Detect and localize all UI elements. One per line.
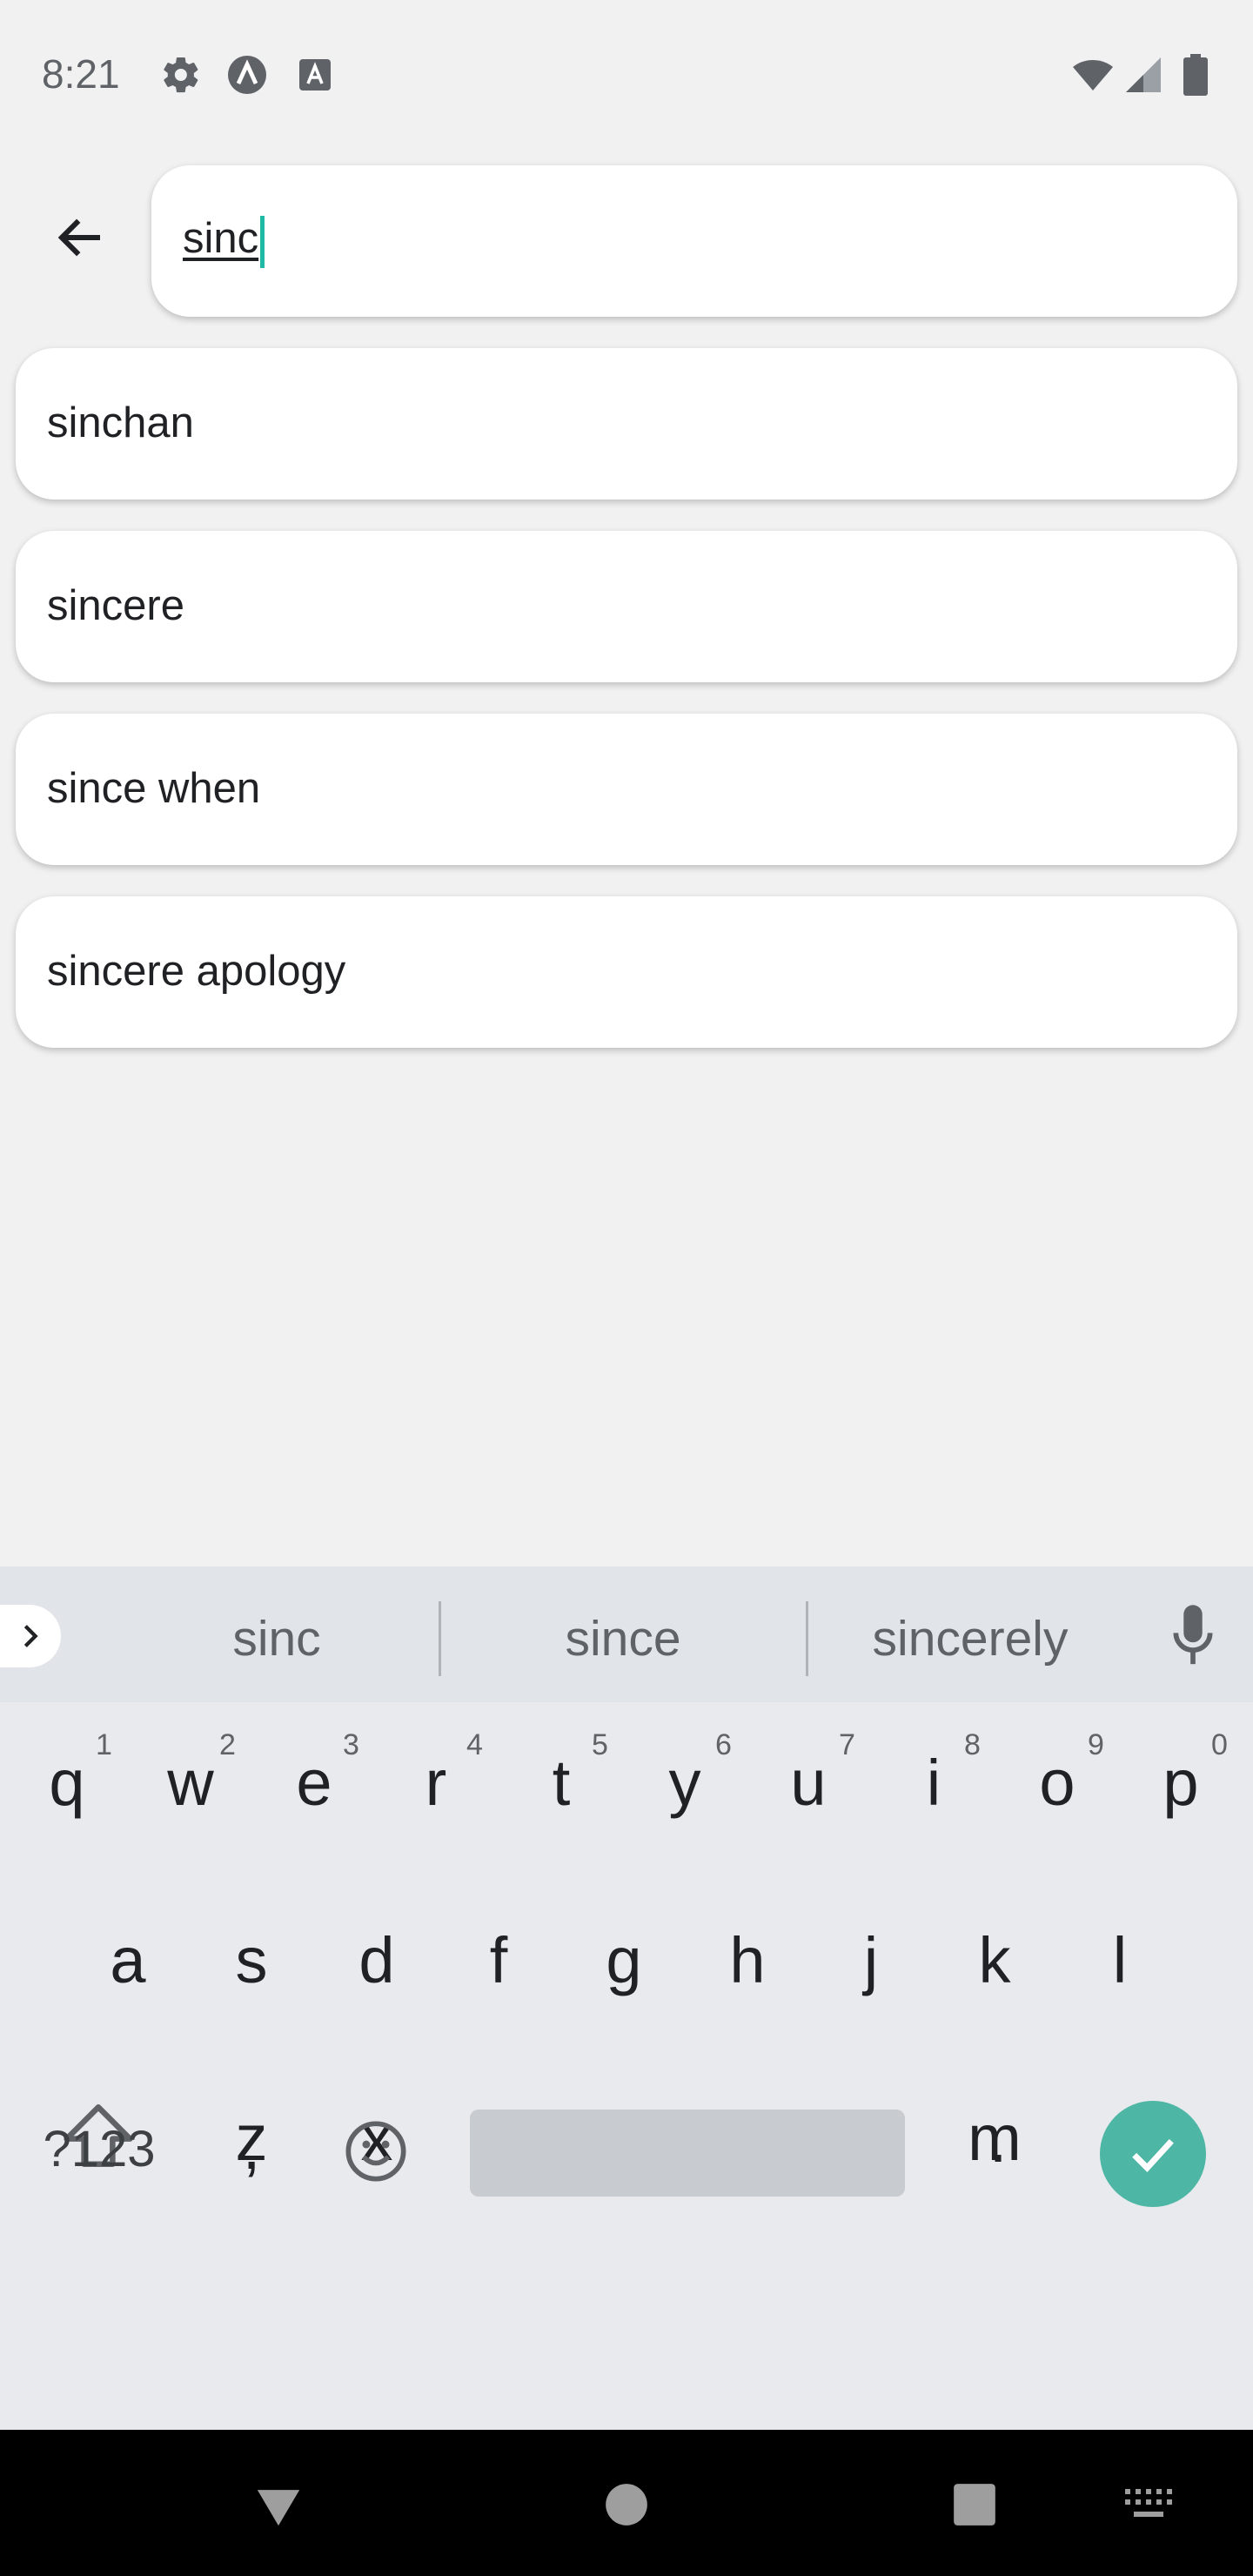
key-g[interactable]: g <box>576 1923 672 1997</box>
key-hint: 6 <box>715 1728 732 1761</box>
key-hint: 9 <box>1088 1728 1104 1761</box>
nav-recents-button[interactable] <box>948 2479 1001 2531</box>
key-j[interactable]: j <box>823 1923 919 1997</box>
key-hint: 0 <box>1211 1728 1228 1761</box>
keyboard-suggestion-strip: sinc since sincerely <box>0 1566 1253 1702</box>
keyboard-keys: q w e r t y u i o p 1 2 3 4 5 6 7 8 9 0 … <box>0 1702 1253 2430</box>
text-a-icon <box>299 59 331 91</box>
keyboard-suggestion[interactable]: sinc <box>137 1610 416 1667</box>
suggestion-item[interactable]: since when <box>16 714 1237 865</box>
suggestion-label: sincere apology <box>47 948 346 995</box>
checkmark-icon <box>1132 2138 1174 2173</box>
shift-key[interactable] <box>54 1935 141 2284</box>
key-hint: 3 <box>343 1728 359 1761</box>
status-bar: 8:21 <box>0 0 1253 148</box>
key-hint: 2 <box>219 1728 236 1761</box>
search-input-value: sinc <box>183 215 259 262</box>
nav-home-button[interactable] <box>600 2479 653 2531</box>
back-button[interactable] <box>44 200 118 275</box>
keyboard-icon <box>1125 2489 1172 2517</box>
divider <box>439 1601 441 1676</box>
emoji-icon[interactable] <box>343 2118 409 2184</box>
key-hint: 5 <box>592 1728 608 1761</box>
gear-icon <box>164 57 198 93</box>
expand-button[interactable] <box>0 1605 61 1667</box>
key-d[interactable]: d <box>329 1923 425 1997</box>
key-h[interactable]: h <box>700 1923 795 1997</box>
status-time: 8:21 <box>42 51 120 97</box>
signal-icon <box>1126 57 1161 92</box>
recents-square-icon <box>954 2484 995 2526</box>
suggestion-label: since when <box>47 765 261 812</box>
keyboard-suggestion[interactable]: sincerely <box>827 1610 1114 1667</box>
soft-keyboard: sinc since sincerely q w e r t y u i o p… <box>0 1566 1253 2430</box>
wifi-icon <box>1073 60 1113 91</box>
key-k[interactable]: k <box>947 1923 1042 1997</box>
text-caret <box>260 216 265 268</box>
arrow-left-icon <box>57 218 100 257</box>
comma-key[interactable]: , <box>204 2110 299 2184</box>
chevron-right-icon <box>23 1625 38 1647</box>
key-hint: 8 <box>964 1728 981 1761</box>
enter-button[interactable] <box>1100 2101 1206 2207</box>
battery-icon <box>1183 54 1208 96</box>
suggestion-item[interactable]: sincere apology <box>16 896 1237 1048</box>
keyboard-suggestion[interactable]: since <box>484 1610 762 1667</box>
suggestion-label: sincere <box>47 582 184 629</box>
key-hint: 4 <box>466 1728 483 1761</box>
suggestion-item[interactable]: sinchan <box>16 348 1237 500</box>
suggestion-item[interactable]: sincere <box>16 531 1237 682</box>
space-bar[interactable] <box>470 2110 905 2197</box>
nav-keyboard-button[interactable] <box>1119 2479 1180 2531</box>
microphone-icon[interactable] <box>1171 1605 1215 1667</box>
home-circle-icon <box>606 2484 647 2526</box>
suggestion-label: sinchan <box>47 399 194 446</box>
period-key[interactable]: . <box>950 2103 1046 2177</box>
key-s[interactable]: s <box>204 1923 299 1997</box>
back-triangle-icon <box>257 2490 300 2526</box>
divider <box>806 1601 808 1676</box>
key-f[interactable]: f <box>451 1923 546 1997</box>
nav-back-button[interactable] <box>252 2479 305 2531</box>
navigation-bar <box>0 2430 1253 2576</box>
key-hint: 7 <box>839 1728 855 1761</box>
key-hint: 1 <box>96 1728 112 1761</box>
app-a-icon <box>228 56 266 94</box>
search-input[interactable]: sinc <box>151 165 1237 317</box>
symbols-key[interactable]: ?123 <box>30 2120 169 2178</box>
key-l[interactable]: l <box>1072 1923 1168 1997</box>
